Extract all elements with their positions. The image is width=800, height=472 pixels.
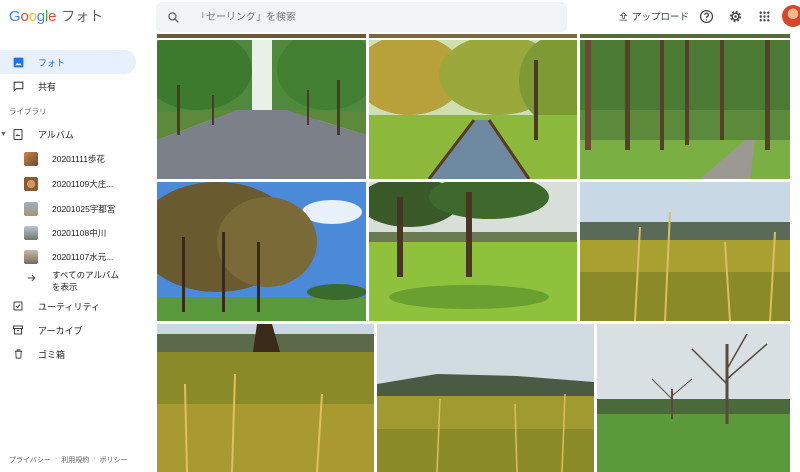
photo-tile[interactable] — [580, 182, 790, 321]
library-section-label: ライブラリ — [9, 107, 47, 116]
search-box[interactable] — [156, 2, 567, 32]
photo-tile[interactable] — [369, 34, 577, 38]
photo-tile[interactable] — [369, 182, 577, 321]
policy-link[interactable]: ポリシー — [100, 455, 128, 465]
photo-grid — [153, 34, 800, 472]
upload-icon — [619, 11, 628, 21]
nav-shared[interactable]: 共有 — [0, 74, 56, 98]
expand-arrow-icon[interactable]: ▼ — [0, 131, 7, 138]
nav-archive[interactable]: アーカイブ — [0, 318, 82, 342]
album-item[interactable]: 20201109大庄... — [24, 174, 113, 194]
photo-tile[interactable] — [369, 40, 577, 179]
upload-label: アップロード — [632, 12, 690, 23]
album-item[interactable]: 20201111歩花 — [24, 149, 105, 169]
nav-trash[interactable]: ゴミ箱 — [0, 342, 65, 366]
photo-icon — [10, 54, 26, 70]
account-avatar[interactable] — [782, 5, 800, 27]
nav-albums[interactable]: ▼ アルバム — [0, 122, 74, 146]
photo-tile[interactable] — [580, 40, 790, 179]
nav-albums-label: アルバム — [38, 129, 74, 140]
archive-icon — [10, 322, 26, 338]
show-all-line2: を表示 — [52, 282, 78, 292]
album-name: 20201111歩花 — [52, 154, 105, 164]
album-thumbnail — [24, 250, 38, 264]
album-name: 20201107水元... — [52, 252, 114, 262]
nav-photos[interactable]: フォト — [0, 50, 136, 74]
album-icon — [10, 126, 26, 142]
photo-tile[interactable] — [597, 324, 790, 472]
terms-link[interactable]: 利用規約 — [61, 455, 89, 465]
nav-utilities-label: ユーティリティ — [38, 301, 100, 312]
top-bar: Google フォト アップロード — [0, 0, 800, 34]
upload-button[interactable]: アップロード — [618, 9, 689, 23]
album-item[interactable]: 20201107水元... — [24, 247, 113, 267]
nav-shared-label: 共有 — [38, 81, 57, 92]
album-name: 20201108中川 — [52, 228, 107, 238]
nav-archive-label: アーカイブ — [38, 325, 83, 336]
product-name: フォト — [61, 8, 104, 24]
footer-separator: · — [54, 455, 58, 462]
photo-tile[interactable] — [157, 40, 366, 179]
footer-separator: · — [93, 455, 96, 462]
logo-text: G — [9, 8, 21, 25]
arrow-right-icon — [24, 273, 38, 286]
album-thumbnail — [24, 152, 38, 166]
show-all-line1: すべてのアルバム — [52, 270, 119, 280]
album-thumbnail — [24, 202, 38, 216]
chat-bubble-icon — [10, 78, 26, 94]
album-item[interactable]: 20201108中川 — [24, 223, 106, 243]
footer-links: プライバシー · 利用規約 · ポリシー — [9, 455, 128, 465]
album-name: 20201025宇都宮 — [52, 204, 116, 214]
settings-gear-icon[interactable] — [727, 8, 743, 24]
trash-icon — [10, 346, 26, 362]
photo-tile[interactable] — [580, 34, 790, 38]
album-thumbnail — [24, 177, 38, 191]
album-thumbnail — [24, 226, 38, 240]
google-photos-logo[interactable]: Google フォト — [9, 6, 103, 26]
nav-trash-label: ゴミ箱 — [38, 349, 66, 360]
photo-tile[interactable] — [157, 34, 366, 38]
search-icon[interactable] — [156, 11, 190, 24]
apps-grid-icon[interactable] — [756, 8, 772, 24]
photo-tile[interactable] — [157, 324, 374, 472]
photo-tile[interactable] — [157, 182, 366, 321]
album-name: 20201109大庄... — [52, 179, 114, 189]
photo-tile[interactable] — [377, 324, 594, 472]
sidebar: フォト 共有 ライブラリ ▼ アルバム 20201111歩花 20201109大… — [0, 34, 153, 472]
nav-photos-label: フォト — [38, 57, 66, 68]
album-item[interactable]: 20201025宇都宮 — [24, 199, 115, 219]
search-input[interactable] — [196, 11, 536, 23]
nav-utilities[interactable]: ユーティリティ — [0, 294, 100, 318]
show-all-albums-link[interactable]: すべてのアルバム を表示 — [24, 269, 119, 293]
privacy-link[interactable]: プライバシー — [9, 455, 51, 465]
help-icon[interactable] — [698, 8, 714, 24]
checklist-icon — [10, 298, 26, 314]
